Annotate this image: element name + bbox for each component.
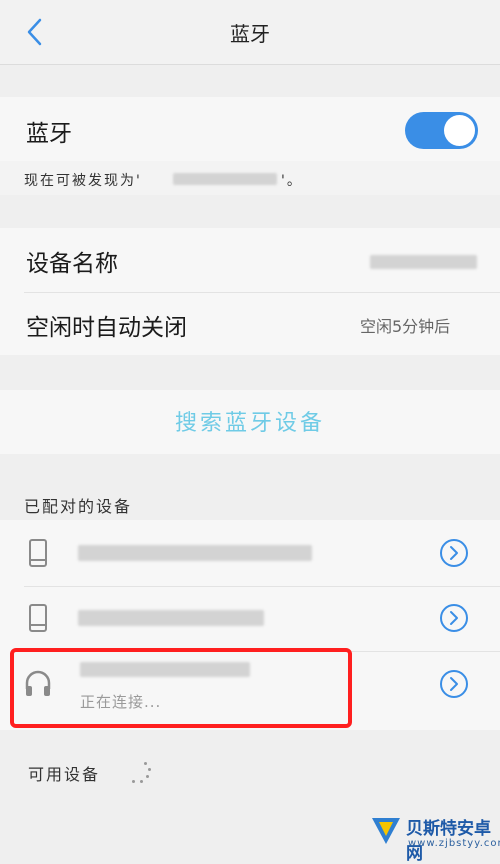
paired-devices-header: 已配对的设备 [24, 497, 133, 516]
page-title: 蓝牙 [230, 22, 270, 46]
device-name-value-redacted [370, 255, 477, 269]
phone-icon [22, 602, 54, 634]
watermark-logo-icon [368, 812, 404, 848]
device-name-label[interactable]: 设备名称 [26, 244, 118, 278]
search-bluetooth-button[interactable]: 搜索蓝牙设备 [0, 405, 500, 437]
toggle-knob [444, 115, 475, 146]
divider [24, 292, 500, 293]
highlight-box [10, 648, 352, 728]
available-devices-header: 可用设备 [28, 765, 101, 784]
auto-close-label[interactable]: 空闲时自动关闭 [26, 308, 187, 342]
device-details-chevron-icon[interactable] [438, 537, 470, 569]
discoverable-suffix: '。 [281, 173, 303, 189]
bluetooth-toggle[interactable] [405, 112, 478, 149]
discoverable-name-redacted [173, 173, 277, 185]
device-details-chevron-icon[interactable] [438, 668, 470, 700]
discoverable-prefix: 现在可被发现为' [24, 173, 142, 189]
device-details-chevron-icon[interactable] [438, 602, 470, 634]
phone-icon [22, 537, 54, 569]
device-name-redacted [78, 545, 312, 561]
loading-spinner-icon [126, 760, 152, 786]
bluetooth-label: 蓝牙 [26, 121, 72, 147]
auto-close-value: 空闲5分钟后 [360, 317, 451, 336]
device-name-redacted [78, 610, 264, 626]
watermark-url: www.zjbstyy.com [408, 838, 500, 849]
